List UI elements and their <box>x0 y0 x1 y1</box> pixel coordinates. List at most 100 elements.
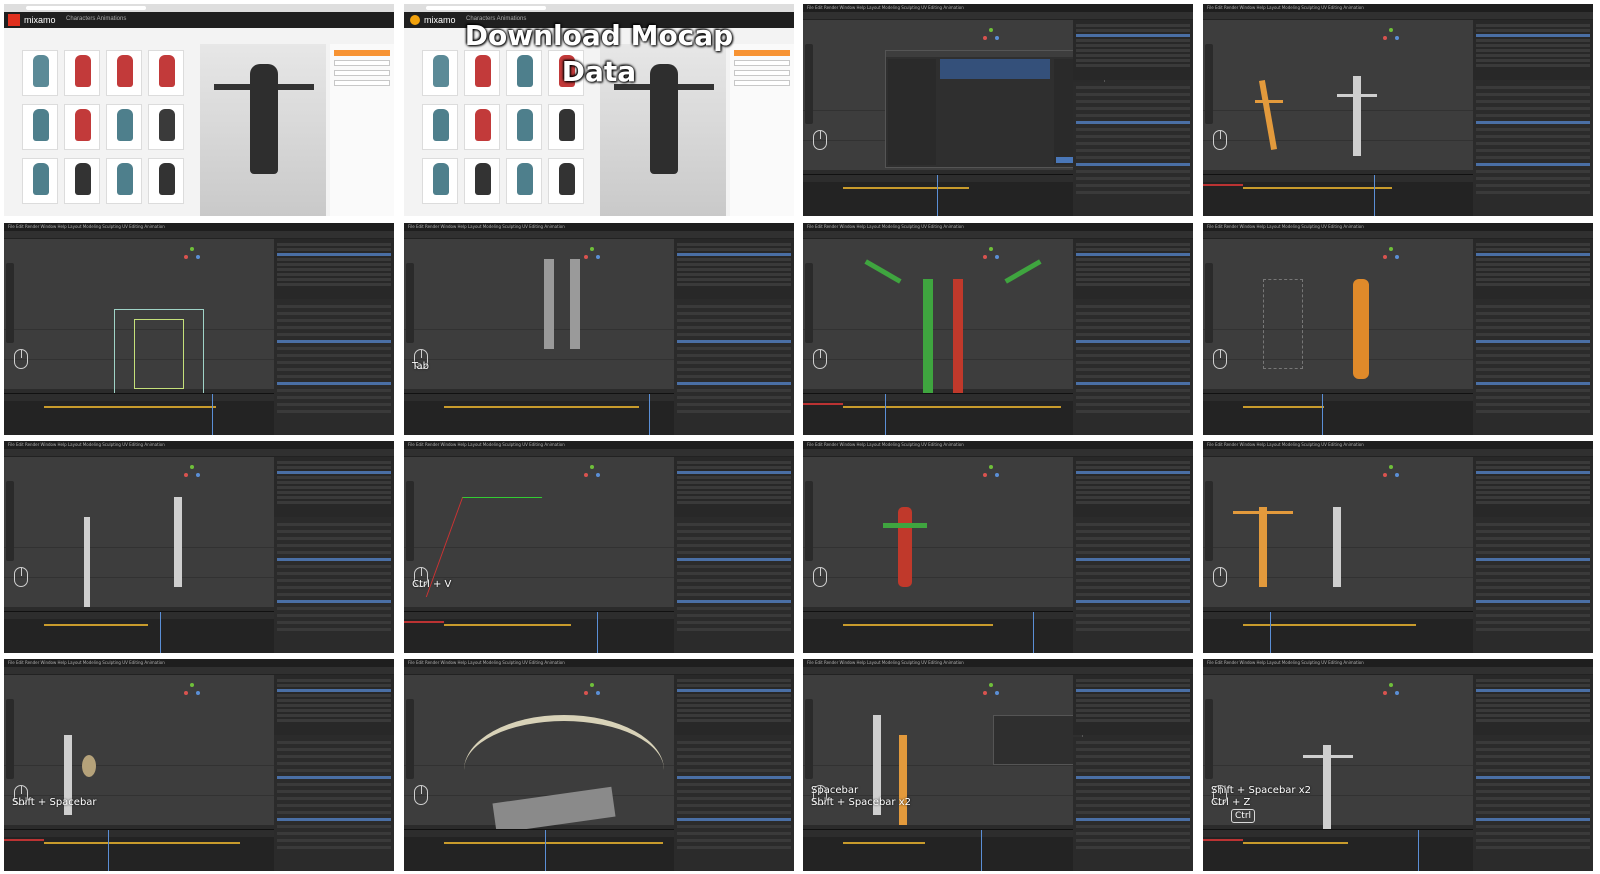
property-row[interactable] <box>1076 340 1190 343</box>
property-row[interactable] <box>677 628 791 631</box>
property-row[interactable] <box>1076 600 1190 603</box>
address-bar[interactable] <box>26 6 146 10</box>
property-row[interactable] <box>677 558 791 561</box>
outliner-row[interactable] <box>1476 501 1590 504</box>
property-row[interactable] <box>277 389 391 392</box>
blender-menu[interactable]: File Edit Render Window Help Layout Mode… <box>1207 442 1364 447</box>
property-row[interactable] <box>277 776 391 779</box>
panel-button[interactable] <box>334 60 390 66</box>
list-item[interactable] <box>22 158 58 204</box>
outliner-row[interactable] <box>677 709 791 712</box>
property-row[interactable] <box>277 600 391 603</box>
playhead[interactable] <box>545 830 546 871</box>
outliner-row[interactable] <box>677 704 791 707</box>
list-item[interactable] <box>548 104 584 150</box>
list-item[interactable] <box>106 50 142 96</box>
property-row[interactable] <box>677 600 791 603</box>
property-row[interactable] <box>1076 114 1190 117</box>
property-row[interactable] <box>677 544 791 547</box>
blender-menu[interactable]: File Edit Render Window Help Layout Mode… <box>408 442 565 447</box>
property-row[interactable] <box>677 565 791 568</box>
property-row[interactable] <box>1476 142 1590 145</box>
property-row[interactable] <box>1476 530 1590 533</box>
tile-mixamo-1[interactable]: mixamo Characters Animations <box>4 4 394 216</box>
property-row[interactable] <box>677 312 791 315</box>
property-row[interactable] <box>1076 149 1190 152</box>
timeline[interactable] <box>1203 393 1473 435</box>
property-row[interactable] <box>677 537 791 540</box>
property-row[interactable] <box>677 818 791 821</box>
playhead[interactable] <box>1270 612 1271 653</box>
property-row[interactable] <box>677 797 791 800</box>
property-row[interactable] <box>677 811 791 814</box>
tool-shelf[interactable] <box>6 699 14 779</box>
outliner-row[interactable] <box>1076 694 1190 697</box>
outliner-row[interactable] <box>1476 243 1590 246</box>
outliner-row[interactable] <box>277 684 391 687</box>
file-browser-dialog[interactable] <box>885 50 1105 168</box>
list-item[interactable] <box>464 158 500 204</box>
outliner-row[interactable] <box>277 471 391 474</box>
property-row[interactable] <box>277 832 391 835</box>
blender-menu[interactable]: File Edit Render Window Help Layout Mode… <box>8 442 165 447</box>
property-row[interactable] <box>277 319 391 322</box>
tool-shelf[interactable] <box>1205 481 1213 561</box>
property-row[interactable] <box>277 839 391 842</box>
outliner-row[interactable] <box>1076 491 1190 494</box>
navigation-gizmo-icon[interactable] <box>1383 28 1399 44</box>
tile-blender-5[interactable]: File Edit Render Window Help Layout Mode… <box>4 223 394 435</box>
outliner-row[interactable] <box>1476 704 1590 707</box>
outliner-row[interactable] <box>1476 59 1590 62</box>
outliner-row[interactable] <box>277 248 391 251</box>
outliner-row[interactable] <box>677 496 791 499</box>
property-row[interactable] <box>677 305 791 308</box>
tile-blender-12[interactable]: File Edit Render Window Help Layout Mode… <box>1203 441 1593 653</box>
property-row[interactable] <box>677 551 791 554</box>
outliner-row[interactable] <box>1076 29 1190 32</box>
outliner-row[interactable] <box>1076 283 1190 286</box>
property-row[interactable] <box>677 354 791 357</box>
3d-viewport[interactable] <box>4 457 274 607</box>
outliner-row[interactable] <box>1076 268 1190 271</box>
outliner-row[interactable] <box>1076 243 1190 246</box>
outliner-row[interactable] <box>677 253 791 256</box>
outliner-row[interactable] <box>277 699 391 702</box>
outliner-row[interactable] <box>1076 719 1190 722</box>
property-row[interactable] <box>677 319 791 322</box>
outliner-row[interactable] <box>277 689 391 692</box>
property-row[interactable] <box>1476 361 1590 364</box>
property-row[interactable] <box>1076 811 1190 814</box>
list-item[interactable] <box>506 158 542 204</box>
property-row[interactable] <box>1076 184 1190 187</box>
property-row[interactable] <box>1076 537 1190 540</box>
property-row[interactable] <box>1076 333 1190 336</box>
property-row[interactable] <box>1476 333 1590 336</box>
property-row[interactable] <box>1076 135 1190 138</box>
property-row[interactable] <box>1476 319 1590 322</box>
outliner-row[interactable] <box>277 268 391 271</box>
timeline[interactable] <box>404 829 674 871</box>
property-row[interactable] <box>677 403 791 406</box>
property-row[interactable] <box>1076 846 1190 849</box>
property-row[interactable] <box>677 755 791 758</box>
property-row[interactable] <box>1476 156 1590 159</box>
property-row[interactable] <box>277 579 391 582</box>
outliner-row[interactable] <box>277 253 391 256</box>
property-row[interactable] <box>1476 305 1590 308</box>
property-row[interactable] <box>277 811 391 814</box>
playhead[interactable] <box>649 394 650 435</box>
tile-mixamo-2[interactable]: mixamo Characters Animations Download Mo… <box>404 4 794 216</box>
list-item[interactable] <box>422 158 458 204</box>
outliner-row[interactable] <box>1476 49 1590 52</box>
outliner-row[interactable] <box>1476 24 1590 27</box>
outliner-row[interactable] <box>677 273 791 276</box>
outliner-row[interactable] <box>277 273 391 276</box>
property-row[interactable] <box>677 375 791 378</box>
property-row[interactable] <box>1476 128 1590 131</box>
property-row[interactable] <box>1076 607 1190 610</box>
property-row[interactable] <box>277 755 391 758</box>
property-row[interactable] <box>1076 389 1190 392</box>
blender-menu[interactable]: File Edit Render Window Help Layout Mode… <box>807 224 964 229</box>
tool-shelf[interactable] <box>406 481 414 561</box>
property-row[interactable] <box>277 818 391 821</box>
